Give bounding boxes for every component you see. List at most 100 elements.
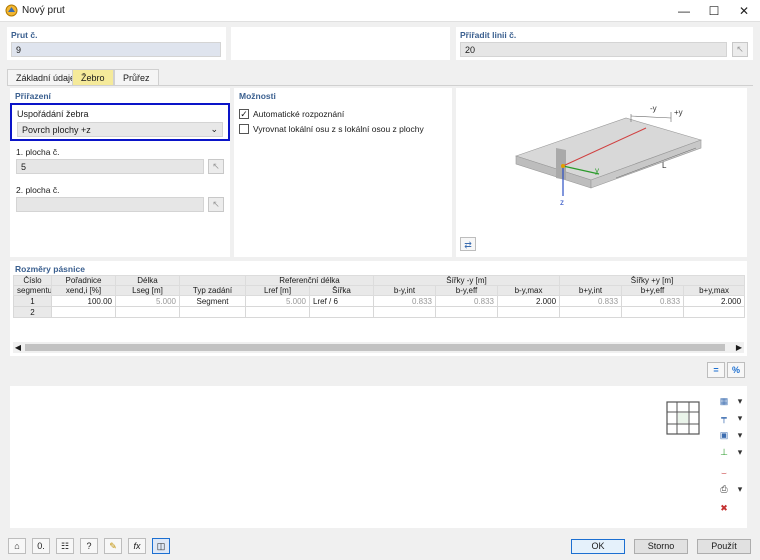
table-cell[interactable] — [179, 306, 246, 318]
coordinate-dropdown-icon[interactable]: ▾ — [732, 445, 748, 459]
scrollbar-thumb[interactable] — [25, 344, 725, 351]
table-cell[interactable] — [559, 306, 623, 318]
units-icon[interactable]: ⌂ — [8, 538, 26, 554]
plocha1-input[interactable]: 5 — [16, 159, 204, 174]
header-cell: b+y,int — [559, 285, 623, 296]
tab-prurez[interactable]: Průřez — [114, 69, 159, 85]
align-axis-label: Vyrovnat lokální osu z s lokální osou z … — [253, 124, 424, 134]
figure-panel: -y +y L y z ⇄ — [456, 88, 747, 257]
reset-view-icon[interactable]: ✖ — [716, 501, 732, 515]
table-cell[interactable] — [51, 306, 116, 318]
table-cell[interactable] — [497, 306, 561, 318]
table-cell[interactable]: 2.000 — [497, 295, 561, 307]
maximize-button[interactable]: ☐ — [699, 0, 729, 22]
tab-zebro[interactable]: Žebro — [72, 69, 114, 85]
table-cell[interactable] — [435, 306, 499, 318]
header-cell: Pořadnice — [51, 275, 116, 286]
row-number: 2 — [13, 306, 52, 318]
header-cell: Délka — [115, 275, 180, 286]
percent-view-button[interactable]: % — [727, 362, 745, 378]
pick-line-button[interactable]: ↖ — [732, 42, 748, 57]
usporadani-value: Povrch plochy +z — [22, 125, 91, 135]
prut-input[interactable]: 9 — [11, 42, 221, 57]
header-cell: b-y,eff — [435, 285, 499, 296]
coordinate-icon[interactable]: ⊥ — [716, 445, 732, 459]
table-cell[interactable]: 0.833 — [435, 295, 499, 307]
table-cell[interactable]: 5.000 — [245, 295, 310, 307]
header-cell: Šířky -y [m] — [373, 275, 561, 286]
pick-plocha2-button[interactable]: ↖ — [208, 197, 224, 212]
apply-button[interactable]: Použít — [697, 539, 751, 554]
print-dropdown-icon[interactable]: ▾ — [732, 482, 748, 496]
help-icon[interactable]: ? — [80, 538, 98, 554]
table-cell[interactable]: 2.000 — [683, 295, 746, 307]
title-bar: Nový prut — ☐ ✕ — [0, 0, 760, 22]
priradit-input[interactable]: 20 — [460, 42, 727, 57]
scroll-right-icon[interactable]: ▶ — [734, 342, 744, 353]
header-cell: b-y,max — [497, 285, 561, 296]
axis-dropdown-icon[interactable]: ▾ — [732, 411, 748, 425]
print-icon[interactable]: ⎙ — [716, 482, 732, 496]
close-button[interactable]: ✕ — [729, 0, 759, 22]
table-cell[interactable] — [245, 306, 310, 318]
table-cell[interactable]: 5.000 — [115, 295, 180, 307]
table-cell[interactable]: 0.833 — [621, 295, 685, 307]
table-cell[interactable] — [308, 306, 375, 318]
tab-divider — [7, 85, 753, 86]
plocha2-input[interactable] — [16, 197, 204, 212]
plocha1-label: 1. plocha č. — [16, 147, 60, 157]
table-icon[interactable]: ☷ — [56, 538, 74, 554]
app-icon — [5, 4, 18, 17]
align-axis-checkbox[interactable] — [239, 124, 249, 134]
figure-plus-y: +y — [674, 108, 683, 117]
view-3d-dropdown-icon[interactable]: ▾ — [732, 394, 748, 408]
window-title: Nový prut — [22, 5, 65, 16]
view-3d-icon[interactable]: ▦ — [716, 394, 732, 408]
table-cell[interactable]: 0.833 — [559, 295, 623, 307]
function-icon[interactable]: fx — [128, 538, 146, 554]
prut-panel: Prut č. 9 — [7, 27, 226, 60]
header-cell: Typ zadání — [179, 285, 246, 296]
ok-button[interactable]: OK — [571, 539, 625, 554]
auto-recognition-label: Automatické rozpoznání — [253, 109, 345, 119]
preview-panel: ▦ ▾ ┯ ▾ ▣ ▾ ⊥ ▾ ⌣ ⎙ ▾ ✖ — [10, 386, 747, 528]
table-cell[interactable] — [115, 306, 180, 318]
chevron-down-icon: ⌄ — [210, 124, 218, 134]
table-cell[interactable] — [373, 306, 437, 318]
usporadani-select[interactable]: Povrch plochy +z ⌄ — [17, 122, 223, 137]
pick-plocha1-button[interactable]: ↖ — [208, 159, 224, 174]
axis-icon[interactable]: ┯ — [716, 411, 732, 425]
axis-settings-icon[interactable]: ⇄ — [460, 237, 476, 251]
prirazeni-panel: Přiřazení Uspořádání žebra Povrch plochy… — [10, 88, 230, 257]
view-toggle-icon[interactable]: ◫ — [152, 538, 170, 554]
table-cell[interactable] — [683, 306, 746, 318]
header-cell: Číslo — [13, 275, 52, 286]
table-cell[interactable]: Lref / 6 — [308, 295, 375, 307]
plocha2-label: 2. plocha č. — [16, 185, 60, 195]
moznosti-title: Možnosti — [239, 91, 276, 101]
equals-view-button[interactable]: = — [707, 362, 725, 378]
curve-icon[interactable]: ⌣ — [716, 466, 732, 480]
display-icon[interactable]: ▣ — [716, 428, 732, 442]
scroll-left-icon[interactable]: ◀ — [13, 342, 23, 353]
auto-recognition-checkbox[interactable]: ✓ — [239, 109, 249, 119]
table-cell[interactable]: Segment — [179, 295, 246, 307]
header-cell: b+y,eff — [621, 285, 685, 296]
cancel-button[interactable]: Storno — [634, 539, 688, 554]
prut-label: Prut č. — [11, 30, 38, 40]
decimal-icon[interactable]: 0. — [32, 538, 50, 554]
comment-icon[interactable]: ✎ — [104, 538, 122, 554]
table-cell[interactable] — [621, 306, 685, 318]
table-header-row-2: segmentu xend,i [%] Lseg [m] Typ zadání … — [13, 285, 746, 296]
figure-minus-y: -y — [650, 104, 657, 113]
header-cell — [179, 275, 246, 286]
figure-y-axis: y — [595, 166, 599, 175]
minimize-button[interactable]: — — [669, 0, 699, 22]
display-dropdown-icon[interactable]: ▾ — [732, 428, 748, 442]
horizontal-scrollbar[interactable]: ◀ ▶ — [13, 342, 744, 353]
header-cell: b+y,max — [683, 285, 746, 296]
header-cell: Lseg [m] — [115, 285, 180, 296]
table-cell[interactable]: 0.833 — [373, 295, 437, 307]
table-cell[interactable]: 100.00 — [51, 295, 116, 307]
header-cell: segmentu — [13, 285, 52, 296]
